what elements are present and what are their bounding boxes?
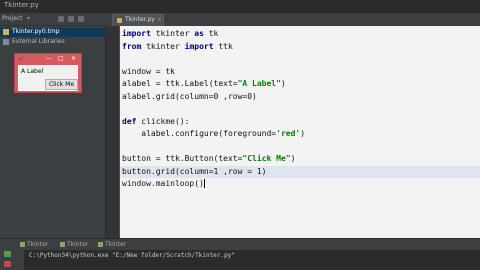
- code-line[interactable]: button.grid(column=1 ,row = 1): [120, 165, 480, 178]
- code-text: ttk: [213, 41, 233, 51]
- run-console: C:\Python34\python.exe "E:/New folder/Sc…: [0, 250, 480, 270]
- code-line[interactable]: alabel = ttk.Label(text="A Label"): [122, 78, 286, 91]
- tree-item-external-libraries[interactable]: External Libraries: [3, 38, 65, 47]
- maximize-icon[interactable]: □: [58, 55, 64, 62]
- python-run-icon: [20, 242, 25, 247]
- library-icon: [3, 38, 9, 45]
- tab-tkinter-py[interactable]: Tkinter.py ×: [112, 14, 164, 26]
- tree-item-label: Tkinter.py0.tmp: [12, 28, 60, 35]
- python-file-icon: [117, 18, 122, 23]
- stop-icon[interactable]: [4, 261, 11, 267]
- run-tab[interactable]: Tkinter: [60, 241, 88, 248]
- sync-icon[interactable]: [58, 16, 64, 22]
- window-title: Tkinter.py: [4, 1, 39, 9]
- code-line[interactable]: window = tk: [122, 66, 175, 79]
- code-keyword: import: [122, 29, 151, 38]
- code-text: clickme():: [136, 116, 190, 126]
- code-text: button = ttk.Button(text=: [122, 154, 243, 163]
- code-line[interactable]: import tkinter as tk: [122, 28, 218, 41]
- tree-item-label: External Libraries: [12, 38, 65, 45]
- code-editor[interactable]: import tkinter as tk from tkinter import …: [120, 26, 480, 238]
- code-text: ): [280, 79, 286, 88]
- code-string: 'red': [276, 129, 301, 138]
- code-text: alabel.grid(column=0 ,row=0): [122, 91, 257, 101]
- tk-title-bar: ✓ — □ ✕: [15, 54, 81, 64]
- console-output-line: C:\Python34\python.exe "E:/New folder/Sc…: [29, 252, 235, 259]
- code-line[interactable]: alabel.configure(foreground='red'): [122, 128, 305, 141]
- editor-tab-bar: Tkinter.py ×: [106, 13, 480, 26]
- run-tab-label: Tkinter: [67, 241, 89, 248]
- code-text: ): [290, 154, 296, 163]
- code-keyword: from: [122, 41, 142, 51]
- run-tool-tabs: Tkinter Tkinter Tkinter: [0, 238, 480, 250]
- code-keyword: as: [194, 29, 204, 38]
- minimize-icon[interactable]: —: [46, 55, 52, 62]
- code-text: tk: [203, 29, 219, 38]
- python-file-icon: [3, 28, 9, 35]
- text-cursor: [203, 179, 205, 188]
- ide-window: Tkinter.py Project ▾ Tkinter.py × Tkinte…: [0, 0, 480, 270]
- run-tab[interactable]: Tkinter: [98, 241, 126, 248]
- run-tab-label: Tkinter: [105, 241, 127, 248]
- tk-app-window: ✓ — □ ✕ A Label Click Me: [14, 53, 82, 93]
- code-line[interactable]: button = ttk.Button(text="Click Me"): [122, 153, 295, 166]
- title-bar: Tkinter.py: [0, 0, 480, 13]
- close-icon[interactable]: ×: [157, 16, 162, 23]
- project-view-selector[interactable]: Project: [2, 15, 23, 22]
- click-me-button[interactable]: Click Me: [45, 79, 78, 90]
- python-run-icon: [60, 242, 65, 247]
- code-text: tkinter: [141, 41, 185, 51]
- code-line[interactable]: def clickme():: [122, 116, 189, 129]
- code-string: "Click Me": [242, 154, 291, 163]
- tk-feather-icon: ✓: [18, 55, 24, 63]
- run-tab[interactable]: Tkinter: [20, 241, 48, 248]
- console-toolbar: [0, 250, 24, 270]
- code-line[interactable]: from tkinter import ttk: [122, 41, 233, 54]
- close-icon[interactable]: ✕: [71, 55, 76, 62]
- code-text: ): [300, 129, 306, 138]
- code-text: window.mainloop(): [122, 179, 204, 188]
- chevron-down-icon[interactable]: ▾: [27, 15, 30, 22]
- tree-item-file[interactable]: Tkinter.py0.tmp: [0, 28, 105, 37]
- code-text: alabel.configure(foreground=: [122, 129, 277, 138]
- code-line[interactable]: alabel.grid(column=0 ,row=0): [122, 91, 257, 104]
- code-text: button.grid(column=1 ,row = 1): [122, 166, 267, 176]
- tk-label: A Label: [21, 68, 44, 75]
- code-keyword: import: [184, 41, 214, 51]
- code-text: window = tk: [122, 66, 175, 76]
- editor-gutter: [106, 26, 120, 238]
- tab-label: Tkinter.py: [125, 16, 155, 23]
- settings-icon[interactable]: [68, 16, 74, 22]
- code-line[interactable]: window.mainloop(): [122, 178, 205, 191]
- code-string: "A Label": [237, 79, 281, 88]
- tk-client-area: A Label Click Me: [18, 65, 78, 91]
- code-keyword: def: [122, 116, 137, 126]
- python-run-icon: [98, 242, 103, 247]
- run-tab-label: Tkinter: [27, 241, 49, 248]
- code-text: alabel = ttk.Label(text=: [122, 79, 238, 88]
- code-text: tkinter: [150, 29, 195, 38]
- hide-icon[interactable]: [78, 16, 84, 22]
- rerun-icon[interactable]: [4, 251, 11, 257]
